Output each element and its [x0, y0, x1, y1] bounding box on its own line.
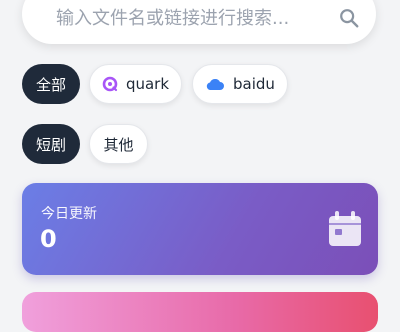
filter-chip-baidu[interactable]: baidu [192, 64, 288, 104]
stat-value: 0 [40, 225, 57, 253]
filter-chip-short-drama[interactable]: 短剧 [22, 124, 80, 164]
filter-chip-all[interactable]: 全部 [22, 64, 80, 104]
filter-chip-label: quark [125, 75, 170, 93]
filter-chip-other[interactable]: 其他 [89, 124, 148, 164]
filter-chip-quark[interactable]: quark [89, 64, 182, 104]
quark-icon [102, 76, 118, 92]
filter-chip-label: baidu [233, 75, 275, 93]
stat-label: 今日更新 [41, 206, 97, 222]
calendar-icon [329, 211, 361, 246]
cloud-icon [206, 79, 225, 90]
search-icon[interactable] [338, 7, 360, 29]
filter-chip-label: 其他 [103, 135, 134, 154]
search-box[interactable] [22, 0, 376, 44]
stat-card-next [22, 292, 378, 332]
search-input[interactable] [56, 6, 316, 30]
filter-chip-label: 短剧 [35, 135, 66, 154]
stat-card-today-updated: 今日更新 0 [22, 183, 378, 275]
filter-chip-label: 全部 [35, 75, 66, 94]
